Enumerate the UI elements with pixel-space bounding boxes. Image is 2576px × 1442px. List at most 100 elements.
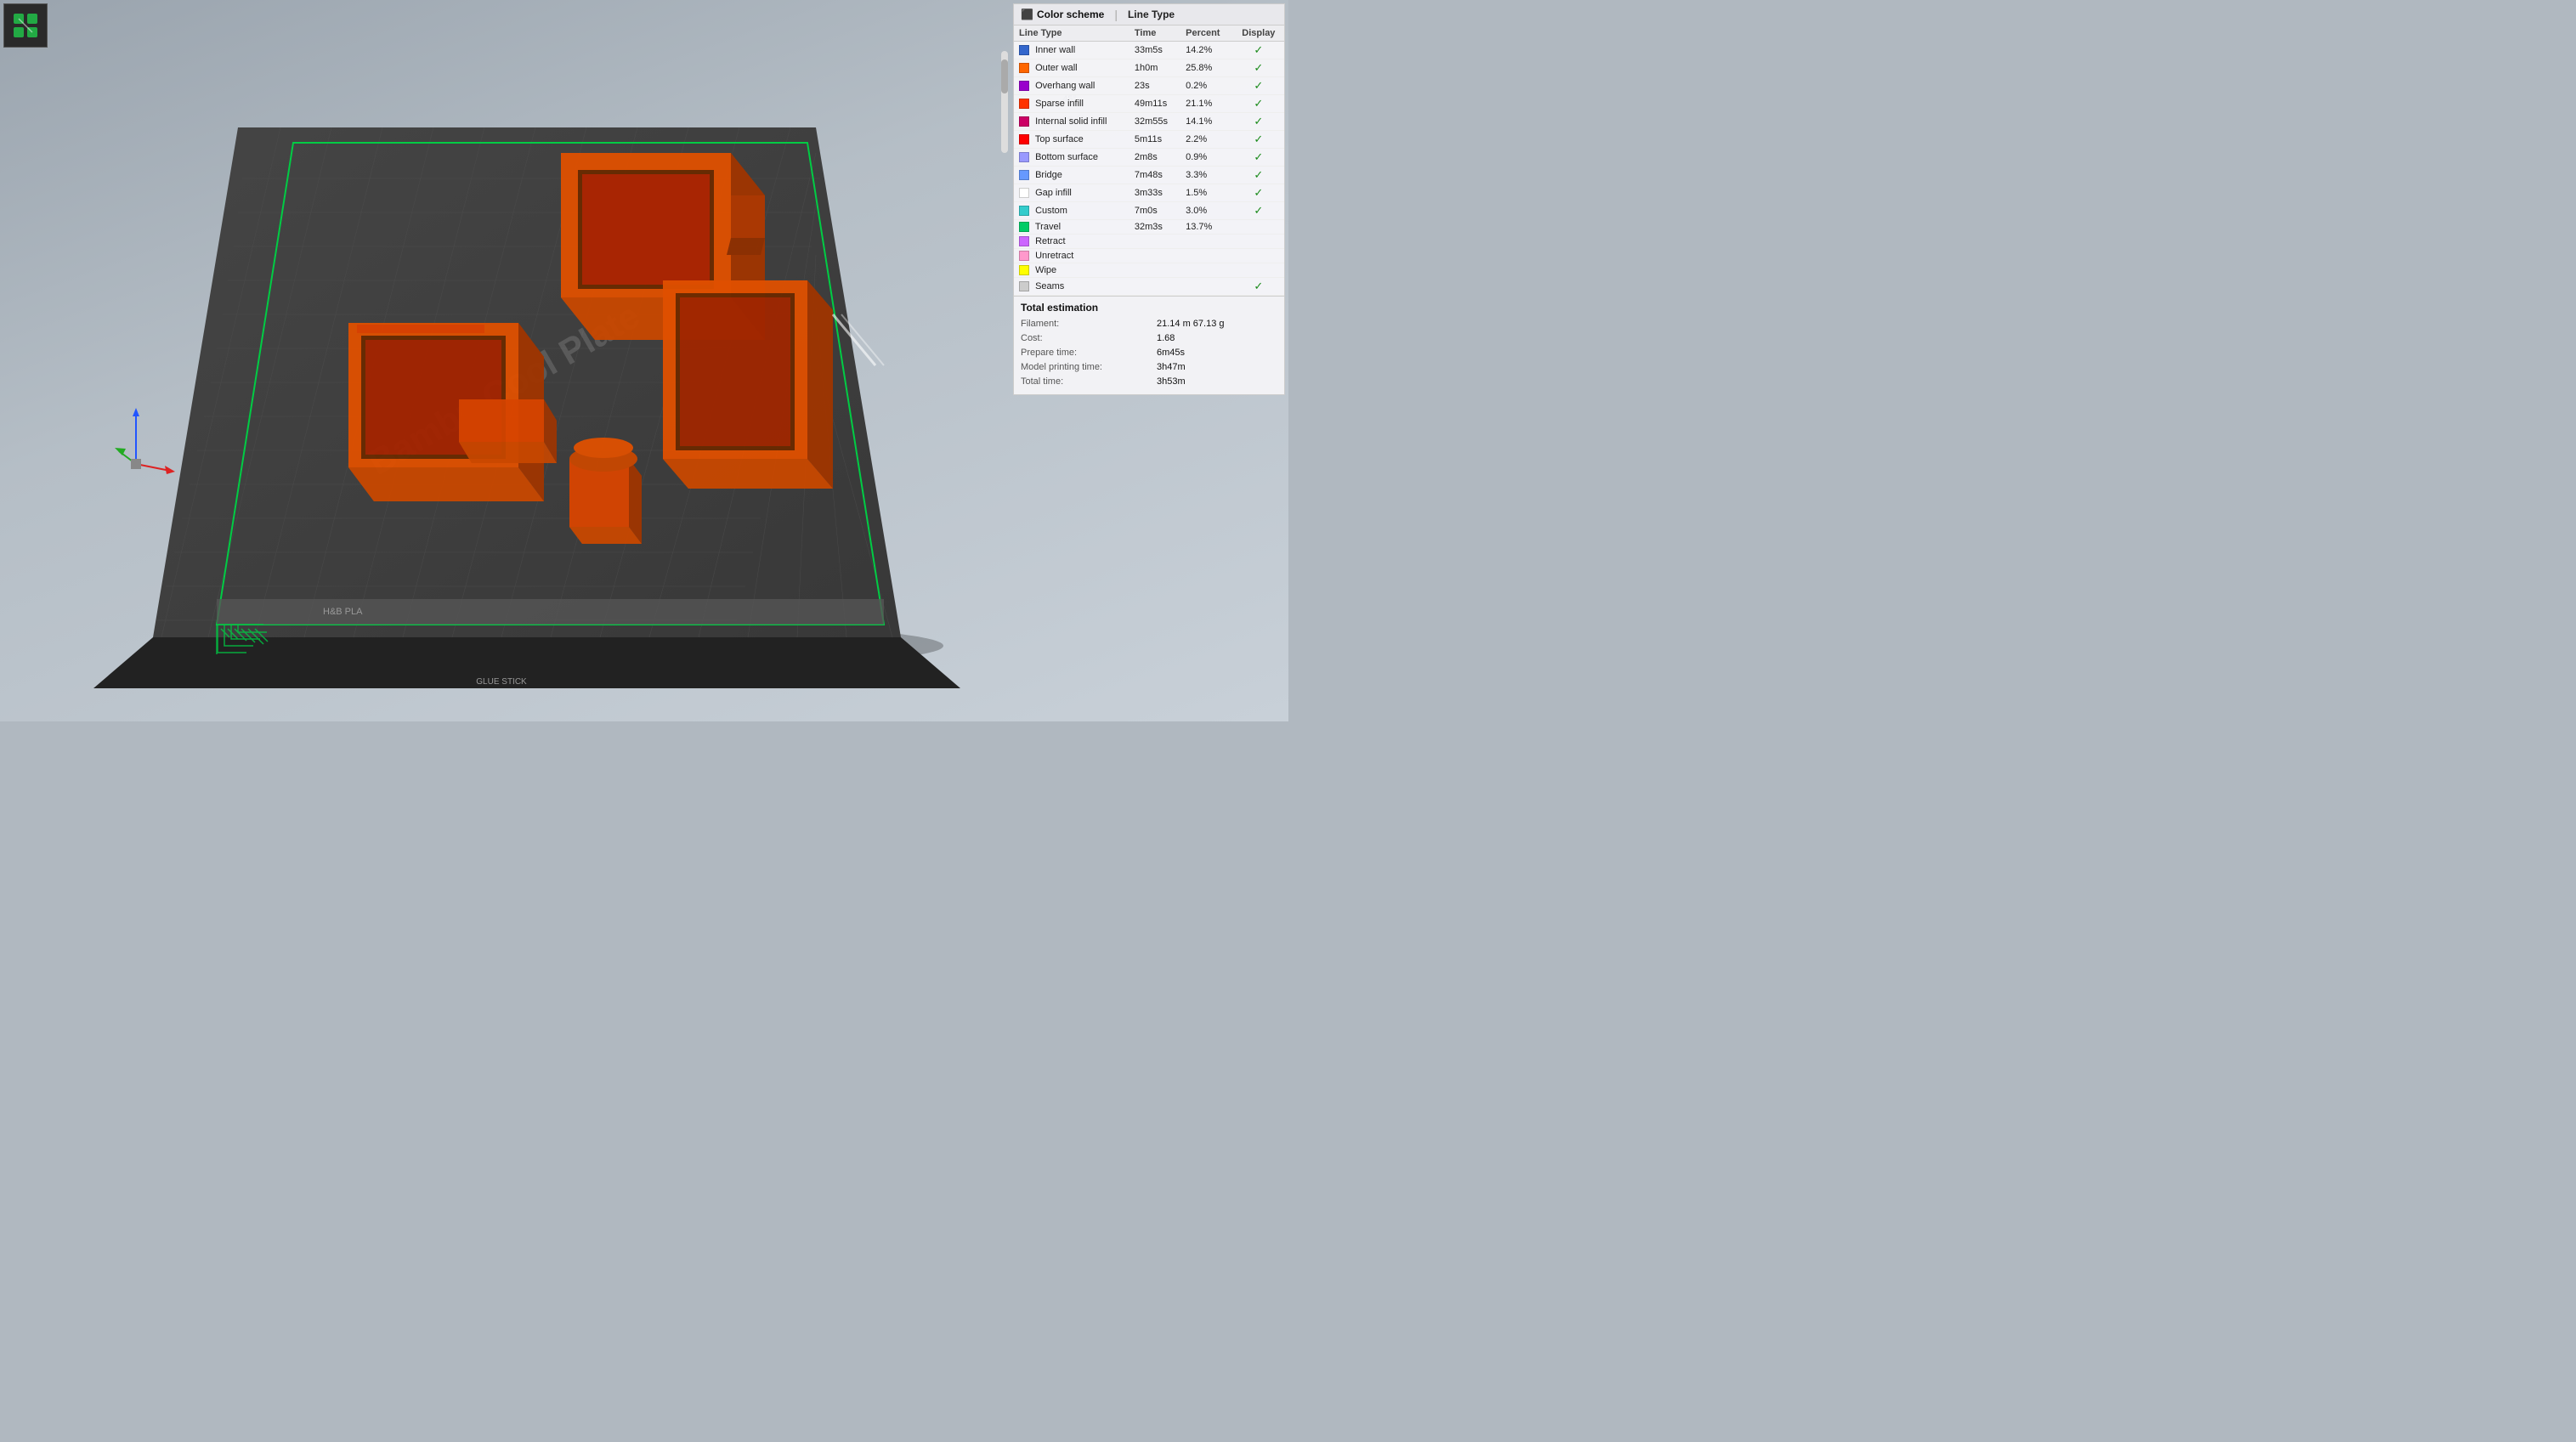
row-time-8: 3m33s bbox=[1129, 184, 1180, 202]
tab-color-scheme-label: Color scheme bbox=[1037, 8, 1104, 20]
table-row[interactable]: Seams ✓ bbox=[1014, 278, 1284, 296]
panel-header: ⬛ Color scheme | Line Type bbox=[1014, 4, 1284, 25]
axis-indicator bbox=[110, 396, 178, 483]
table-row[interactable]: Travel 32m3s 13.7% bbox=[1014, 220, 1284, 235]
svg-text:H&B PLA: H&B PLA bbox=[323, 607, 363, 617]
est-label-0: Filament: bbox=[1021, 317, 1157, 331]
estimation-rows: Filament: 21.14 m 67.13 g Cost: 1.68 Pre… bbox=[1021, 317, 1277, 389]
color-swatch-7 bbox=[1019, 170, 1029, 180]
row-name-9: Custom bbox=[1035, 206, 1067, 216]
est-value-1: 1.68 bbox=[1157, 331, 1175, 346]
est-value-3: 3h47m bbox=[1157, 360, 1186, 375]
row-percent-13 bbox=[1180, 263, 1233, 278]
est-label-4: Total time: bbox=[1021, 375, 1157, 389]
table-row[interactable]: Retract bbox=[1014, 235, 1284, 249]
color-swatch-12 bbox=[1019, 251, 1029, 261]
scroll-thumb[interactable] bbox=[1001, 59, 1008, 93]
display-check: ✓ bbox=[1238, 115, 1279, 128]
table-row[interactable]: Sparse infill 49m11s 21.1% ✓ bbox=[1014, 95, 1284, 113]
row-time-3: 49m11s bbox=[1129, 95, 1180, 113]
est-row-0: Filament: 21.14 m 67.13 g bbox=[1021, 317, 1277, 331]
color-swatch-9 bbox=[1019, 206, 1029, 216]
row-display-12[interactable] bbox=[1233, 249, 1284, 263]
color-swatch-14 bbox=[1019, 281, 1029, 291]
row-display-4[interactable]: ✓ bbox=[1233, 113, 1284, 131]
color-swatch-3 bbox=[1019, 99, 1029, 109]
est-label-3: Model printing time: bbox=[1021, 360, 1157, 375]
display-check: ✓ bbox=[1238, 280, 1279, 293]
row-label-7: Bridge bbox=[1014, 167, 1129, 184]
scroll-bar[interactable] bbox=[1001, 51, 1008, 153]
row-label-5: Top surface bbox=[1014, 131, 1129, 149]
row-time-6: 2m8s bbox=[1129, 149, 1180, 167]
table-row[interactable]: Bottom surface 2m8s 0.9% ✓ bbox=[1014, 149, 1284, 167]
table-row[interactable]: Overhang wall 23s 0.2% ✓ bbox=[1014, 77, 1284, 95]
row-display-9[interactable]: ✓ bbox=[1233, 202, 1284, 220]
row-percent-6: 0.9% bbox=[1180, 149, 1233, 167]
row-name-2: Overhang wall bbox=[1035, 81, 1095, 91]
row-time-10: 32m3s bbox=[1129, 220, 1180, 235]
row-name-13: Wipe bbox=[1035, 265, 1056, 275]
row-display-5[interactable]: ✓ bbox=[1233, 131, 1284, 149]
row-label-14: Seams bbox=[1014, 278, 1129, 296]
row-label-11: Retract bbox=[1014, 235, 1129, 249]
table-row[interactable]: Internal solid infill 32m55s 14.1% ✓ bbox=[1014, 113, 1284, 131]
color-swatch-6 bbox=[1019, 152, 1029, 162]
tab-line-type[interactable]: Line Type bbox=[1128, 8, 1175, 20]
row-display-1[interactable]: ✓ bbox=[1233, 59, 1284, 77]
row-name-10: Travel bbox=[1035, 222, 1061, 232]
table-row[interactable]: Custom 7m0s 3.0% ✓ bbox=[1014, 202, 1284, 220]
table-row[interactable]: Inner wall 33m5s 14.2% ✓ bbox=[1014, 42, 1284, 59]
app-logo[interactable] bbox=[3, 3, 48, 48]
row-name-8: Gap infill bbox=[1035, 188, 1072, 198]
table-row[interactable]: Unretract bbox=[1014, 249, 1284, 263]
display-check: ✓ bbox=[1238, 79, 1279, 93]
display-check: ✓ bbox=[1238, 204, 1279, 218]
est-value-0: 21.14 m 67.13 g bbox=[1157, 317, 1225, 331]
row-time-7: 7m48s bbox=[1129, 167, 1180, 184]
row-name-1: Outer wall bbox=[1035, 63, 1078, 73]
est-row-1: Cost: 1.68 bbox=[1021, 331, 1277, 346]
row-name-3: Sparse infill bbox=[1035, 99, 1084, 109]
row-display-10[interactable] bbox=[1233, 220, 1284, 235]
row-time-14 bbox=[1129, 278, 1180, 296]
display-check: ✓ bbox=[1238, 43, 1279, 57]
row-percent-7: 3.3% bbox=[1180, 167, 1233, 184]
row-display-7[interactable]: ✓ bbox=[1233, 167, 1284, 184]
row-display-3[interactable]: ✓ bbox=[1233, 95, 1284, 113]
table-row[interactable]: Top surface 5m11s 2.2% ✓ bbox=[1014, 131, 1284, 149]
3d-viewport[interactable]: Bambu Cool Plate H&B PLA bbox=[0, 0, 1288, 721]
row-percent-4: 14.1% bbox=[1180, 113, 1233, 131]
color-swatch-10 bbox=[1019, 222, 1029, 232]
tab-separator: | bbox=[1114, 8, 1118, 21]
row-time-1: 1h0m bbox=[1129, 59, 1180, 77]
row-label-1: Outer wall bbox=[1014, 59, 1129, 77]
row-display-13[interactable] bbox=[1233, 263, 1284, 278]
table-row[interactable]: Bridge 7m48s 3.3% ✓ bbox=[1014, 167, 1284, 184]
row-label-2: Overhang wall bbox=[1014, 77, 1129, 95]
color-swatch-2 bbox=[1019, 81, 1029, 91]
row-display-0[interactable]: ✓ bbox=[1233, 42, 1284, 59]
row-label-13: Wipe bbox=[1014, 263, 1129, 278]
row-display-6[interactable]: ✓ bbox=[1233, 149, 1284, 167]
row-display-14[interactable]: ✓ bbox=[1233, 278, 1284, 296]
row-percent-11 bbox=[1180, 235, 1233, 249]
table-row[interactable]: Gap infill 3m33s 1.5% ✓ bbox=[1014, 184, 1284, 202]
row-display-8[interactable]: ✓ bbox=[1233, 184, 1284, 202]
col-header-display: Display bbox=[1233, 25, 1284, 42]
row-name-4: Internal solid infill bbox=[1035, 116, 1107, 127]
row-display-2[interactable]: ✓ bbox=[1233, 77, 1284, 95]
row-name-5: Top surface bbox=[1035, 134, 1084, 144]
row-time-0: 33m5s bbox=[1129, 42, 1180, 59]
row-percent-12 bbox=[1180, 249, 1233, 263]
table-row[interactable]: Outer wall 1h0m 25.8% ✓ bbox=[1014, 59, 1284, 77]
est-row-4: Total time: 3h53m bbox=[1021, 375, 1277, 389]
row-percent-8: 1.5% bbox=[1180, 184, 1233, 202]
row-time-13 bbox=[1129, 263, 1180, 278]
line-type-table: Line Type Time Percent Display Inner wal… bbox=[1014, 25, 1284, 296]
row-display-11[interactable] bbox=[1233, 235, 1284, 249]
color-swatch-13 bbox=[1019, 265, 1029, 275]
est-row-2: Prepare time: 6m45s bbox=[1021, 346, 1277, 360]
table-row[interactable]: Wipe bbox=[1014, 263, 1284, 278]
tab-color-scheme[interactable]: ⬛ Color scheme bbox=[1021, 8, 1104, 20]
